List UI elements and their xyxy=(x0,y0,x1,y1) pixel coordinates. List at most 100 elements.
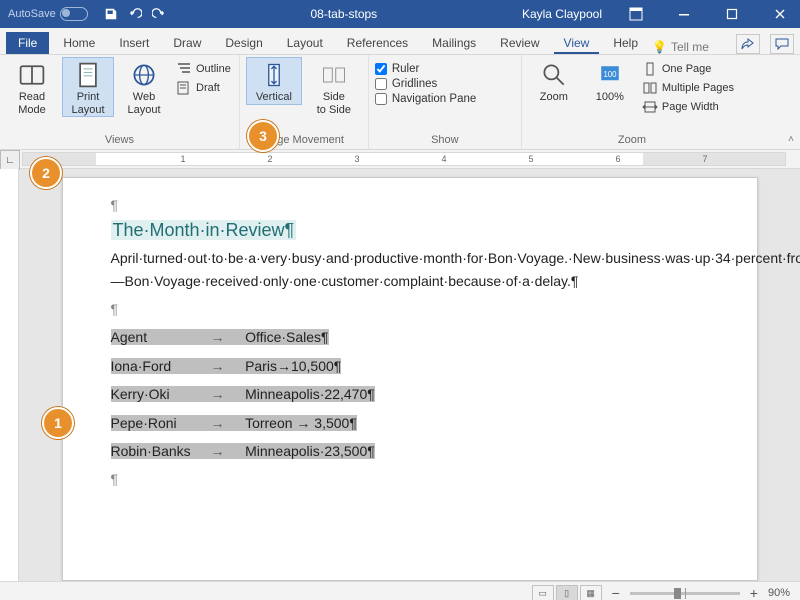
table-row[interactable]: Pepe·Roni→ Torreon → 3,500¶ xyxy=(111,412,709,434)
ruler-checkbox[interactable]: Ruler xyxy=(375,63,476,75)
page-width-icon xyxy=(642,100,658,114)
tab-file[interactable]: File xyxy=(6,32,49,54)
outline-button[interactable]: Outline xyxy=(174,61,233,77)
table-row[interactable]: Kerry·Oki→ Minneapolis·22,470¶ xyxy=(111,383,709,405)
zoom-icon xyxy=(540,61,568,89)
cell-value: Torreon → 3,500¶ xyxy=(245,412,357,434)
undo-icon[interactable] xyxy=(128,7,142,21)
tab-review[interactable]: Review xyxy=(490,32,549,54)
zoom-100-icon: 100 xyxy=(596,61,624,89)
pilcrow: ¶ xyxy=(111,194,709,216)
tab-home[interactable]: Home xyxy=(53,32,105,54)
draft-button[interactable]: Draft xyxy=(174,80,233,96)
side-to-side-button[interactable]: Side to Side xyxy=(306,57,362,116)
web-layout-button[interactable]: Web Layout xyxy=(118,57,170,116)
page-width-button[interactable]: Page Width xyxy=(640,99,736,115)
tab-arrow-icon: → xyxy=(206,412,230,434)
collapse-ribbon-icon[interactable]: ˄ xyxy=(788,134,794,145)
horizontal-ruler[interactable]: 1 2 3 4 5 6 7 xyxy=(22,152,786,166)
print-layout-icon xyxy=(74,61,102,89)
quick-access-toolbar xyxy=(104,7,166,21)
autosave-toggle[interactable]: AutoSave xyxy=(8,7,88,21)
outline-icon xyxy=(176,62,192,76)
draft-icon xyxy=(176,81,192,95)
zoom-out-icon[interactable]: − xyxy=(612,585,620,600)
read-mode-label: Read Mode xyxy=(18,91,46,116)
ruler-tick: 7 xyxy=(702,154,707,164)
vertical-ruler[interactable] xyxy=(0,169,19,581)
maximize-icon[interactable] xyxy=(712,0,752,28)
one-page-button[interactable]: One Page xyxy=(640,61,736,77)
minimize-icon[interactable] xyxy=(664,0,704,28)
gridlines-checkbox[interactable]: Gridlines xyxy=(375,78,476,90)
page-area[interactable]: ¶ The·Month·in·Review¶ April·turned·out·… xyxy=(19,169,800,581)
close-icon[interactable] xyxy=(760,0,800,28)
ruler-tick: 6 xyxy=(615,154,620,164)
ruler-check-icon[interactable] xyxy=(375,63,387,75)
save-icon[interactable] xyxy=(104,7,118,21)
nav-pane-checkbox[interactable]: Navigation Pane xyxy=(375,93,476,105)
print-layout-button[interactable]: Print Layout xyxy=(62,57,114,117)
one-page-label: One Page xyxy=(662,63,712,75)
zoom-100-button[interactable]: 100 100% xyxy=(584,57,636,104)
callout-3: 3 xyxy=(247,120,279,152)
ruler-tick: 4 xyxy=(441,154,446,164)
status-bar: ▭ ▯ ▦ − + 90% xyxy=(0,581,800,600)
svg-text:100: 100 xyxy=(603,70,617,79)
ribbon-options-icon[interactable] xyxy=(616,0,656,28)
document-page[interactable]: ¶ The·Month·in·Review¶ April·turned·out·… xyxy=(62,177,758,581)
gridlines-check-icon[interactable] xyxy=(375,78,387,90)
user-name[interactable]: Kayla Claypool xyxy=(522,7,602,21)
ruler-label: Ruler xyxy=(392,63,419,75)
ruler-row: ∟ 1 2 3 4 5 6 7 xyxy=(0,150,800,169)
zoom-100-label: 100% xyxy=(596,91,624,104)
tab-help[interactable]: Help xyxy=(603,32,648,54)
zoom-label: Zoom xyxy=(540,91,568,104)
read-mode-button[interactable]: Read Mode xyxy=(6,57,58,116)
pilcrow: ¶ xyxy=(111,298,709,320)
vertical-label: Vertical xyxy=(256,91,292,104)
callout-1: 1 xyxy=(42,407,74,439)
tab-layout[interactable]: Layout xyxy=(277,32,333,54)
group-views: Read Mode Print Layout Web Layout Outlin… xyxy=(0,55,240,149)
ruler-tick: 5 xyxy=(528,154,533,164)
web-view-icon[interactable]: ▦ xyxy=(580,585,602,600)
show-group-label: Show xyxy=(375,132,515,149)
group-show: Ruler Gridlines Navigation Pane Show xyxy=(369,55,522,149)
tab-insert[interactable]: Insert xyxy=(109,32,159,54)
zoom-button[interactable]: Zoom xyxy=(528,57,580,104)
table-row[interactable]: Robin·Banks→ Minneapolis·23,500¶ xyxy=(111,440,709,462)
cell-agent: Agent xyxy=(111,326,206,348)
multi-page-button[interactable]: Multiple Pages xyxy=(640,80,736,96)
zoom-group-label: Zoom xyxy=(528,132,736,149)
tell-me[interactable]: 💡 Tell me xyxy=(652,40,709,54)
tab-draw[interactable]: Draw xyxy=(163,32,211,54)
tab-mailings[interactable]: Mailings xyxy=(422,32,486,54)
zoom-slider[interactable] xyxy=(630,592,740,595)
heading-text[interactable]: The·Month·in·Review¶ xyxy=(111,220,297,240)
vertical-button[interactable]: Vertical xyxy=(246,57,302,105)
zoom-value[interactable]: 90% xyxy=(768,587,790,599)
zoom-in-icon[interactable]: + xyxy=(750,585,758,600)
tab-design[interactable]: Design xyxy=(215,32,272,54)
tab-references[interactable]: References xyxy=(337,32,418,54)
title-bar: AutoSave 08-tab-stops Kayla Claypool xyxy=(0,0,800,28)
ruler-tick: 2 xyxy=(267,154,272,164)
print-view-icon[interactable]: ▯ xyxy=(556,585,578,600)
tab-selector[interactable]: ∟ xyxy=(0,150,20,170)
zoom-thumb[interactable] xyxy=(674,588,681,599)
table-row[interactable]: Iona·Ford→ Paris→10,500¶ xyxy=(111,355,709,377)
tab-view[interactable]: View xyxy=(554,32,600,54)
share-button[interactable] xyxy=(736,34,760,54)
cell-value: Paris→10,500¶ xyxy=(245,355,341,377)
tab-arrow-icon: → xyxy=(206,440,230,462)
read-view-icon[interactable]: ▭ xyxy=(532,585,554,600)
nav-check-icon[interactable] xyxy=(375,93,387,105)
toggle-off-icon xyxy=(60,7,88,21)
side-to-side-label: Side to Side xyxy=(317,91,351,116)
body-paragraph[interactable]: April·turned·out·to·be·a·very·busy·and·p… xyxy=(111,247,709,292)
redo-icon[interactable] xyxy=(152,7,166,21)
table-row[interactable]: Agent→ Office·Sales¶ xyxy=(111,326,709,348)
page-width-label: Page Width xyxy=(662,101,719,113)
comments-button[interactable] xyxy=(770,34,794,54)
